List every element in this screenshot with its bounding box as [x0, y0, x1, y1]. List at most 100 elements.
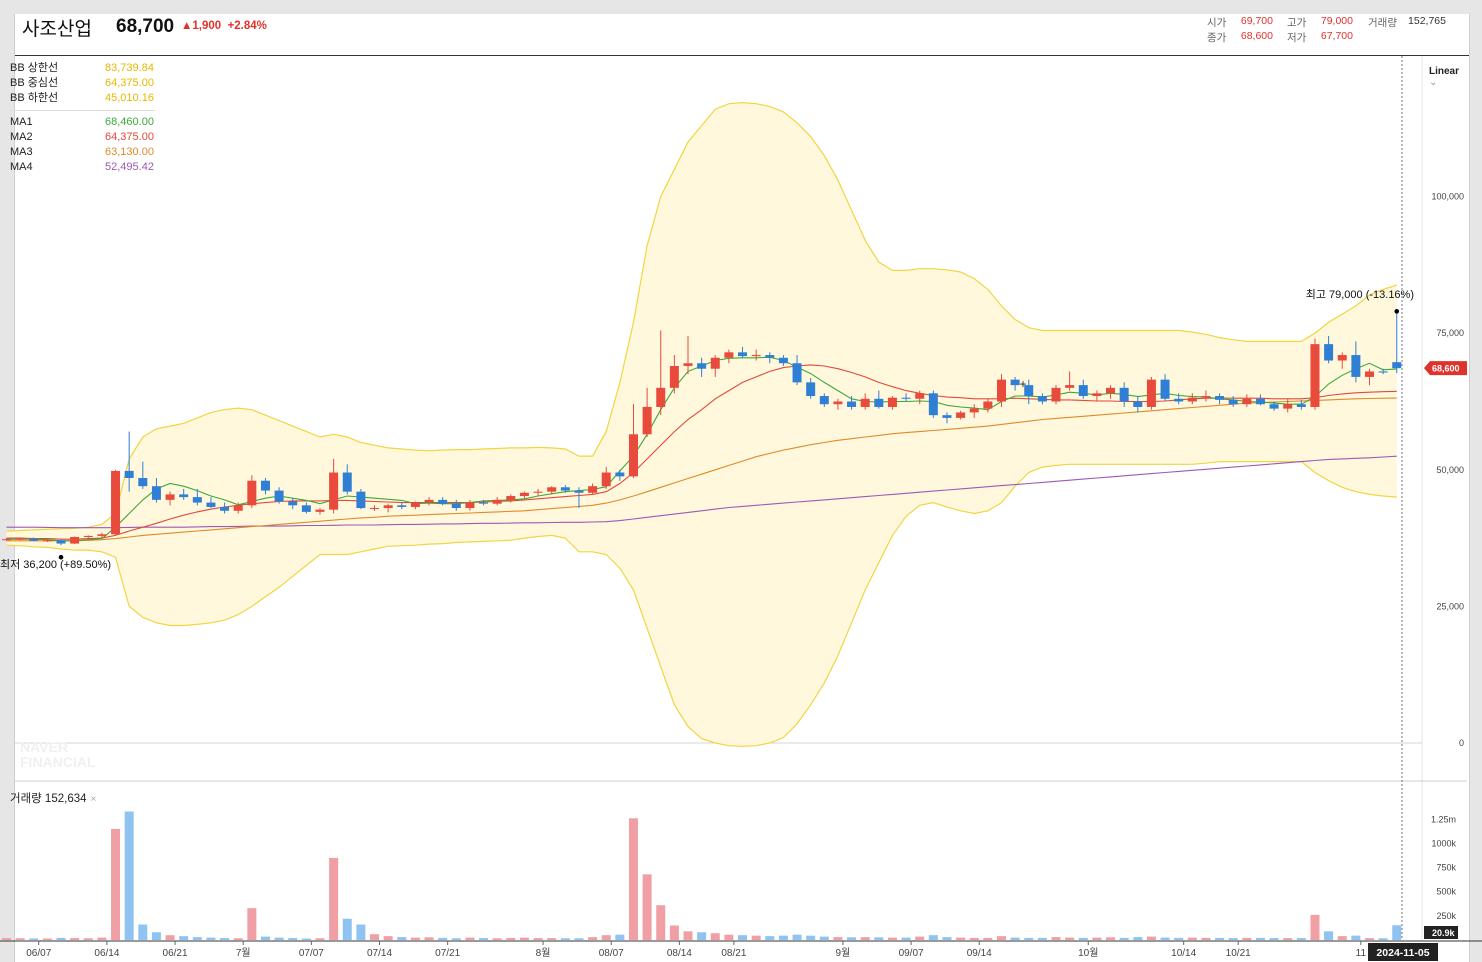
candle-body: [738, 352, 748, 357]
candle-body: [1228, 399, 1238, 405]
volume-bar: [1392, 925, 1402, 940]
candle-body: [97, 534, 107, 536]
candle-body: [683, 363, 693, 366]
volume-bar: [1255, 937, 1265, 940]
volume-bar: [1133, 937, 1143, 940]
volume-bar: [124, 811, 134, 940]
volume-bar: [1160, 937, 1170, 940]
candle-body: [15, 538, 25, 540]
x-tick-label: 06/21: [163, 948, 188, 959]
candle-body: [424, 499, 434, 503]
candle-body: [710, 357, 720, 369]
volume-bar: [615, 934, 625, 940]
candle-body: [1010, 379, 1020, 386]
volume-bar: [356, 924, 366, 940]
candle-body: [969, 408, 979, 413]
candle-body: [628, 434, 638, 477]
candlestick-chart[interactable]: NAVERFINANCIAL + 최고 79,000 (-13.16%) 최저 36,…: [0, 0, 1482, 962]
candle-body: [915, 393, 925, 399]
candle-body: [506, 496, 516, 500]
volume-bar: [792, 934, 802, 940]
volume-bar: [506, 937, 516, 940]
volume-bar: [179, 936, 189, 940]
x-tick-label: 10월: [1078, 947, 1098, 959]
volume-bar: [738, 935, 748, 940]
watermark-financial: FINANCIAL: [20, 754, 96, 770]
volume-bar: [15, 938, 25, 940]
candle-body: [1078, 385, 1088, 397]
volume-bar: [683, 931, 693, 940]
volume-bar: [410, 937, 420, 940]
x-tick-label: 11: [1356, 948, 1367, 959]
watermark-naver: NAVER: [20, 739, 68, 755]
x-tick-label: 08/07: [599, 948, 624, 959]
candle-body: [274, 490, 284, 502]
candle-body: [315, 509, 325, 512]
volume-tick-label: 750k: [1436, 863, 1456, 873]
candle-body: [1378, 371, 1388, 373]
candle-body: [519, 492, 529, 497]
candle-body: [533, 491, 543, 493]
volume-bar: [1065, 937, 1075, 940]
candle-body: [260, 480, 270, 491]
volume-bar: [1337, 936, 1347, 940]
x-tick-label: 07/14: [367, 948, 392, 959]
volume-bar: [370, 934, 380, 940]
volume-bar: [765, 936, 775, 940]
volume-bar: [29, 938, 39, 940]
volume-bar: [2, 938, 11, 940]
candle-body: [574, 490, 584, 493]
volume-bar: [165, 935, 175, 940]
volume-bar: [1037, 937, 1047, 940]
volume-bar: [656, 905, 666, 940]
candle-body: [288, 501, 298, 506]
candle-body: [601, 472, 611, 487]
candle-body: [724, 352, 734, 358]
candle-body: [42, 540, 52, 542]
volume-bar: [547, 938, 557, 940]
volume-bar: [1324, 931, 1334, 940]
volume-bar: [642, 874, 652, 940]
candle-body: [1215, 396, 1225, 400]
candle-body: [465, 502, 475, 509]
plot-area: [2, 101, 1402, 747]
candle-body: [479, 502, 489, 504]
volume-bar: [628, 818, 638, 940]
volume-bar: [1146, 936, 1156, 940]
volume-bar: [724, 934, 734, 940]
candle-body: [819, 396, 829, 405]
volume-bar: [97, 937, 107, 940]
candle-body: [1201, 396, 1211, 398]
volume-bar: [451, 938, 461, 940]
volume-bar: [1010, 937, 1020, 940]
volume-bar: [138, 924, 148, 940]
volume-bar: [915, 936, 925, 940]
candle-body: [1324, 344, 1334, 361]
volume-bar: [574, 938, 584, 940]
x-tick-label: 06/07: [26, 948, 51, 959]
candle-body: [356, 491, 366, 509]
candle-body: [1283, 404, 1293, 409]
volume-bar: [588, 937, 598, 940]
x-tick-label: 10/21: [1226, 948, 1251, 959]
candle-body: [669, 365, 679, 388]
candle-body: [1351, 355, 1361, 377]
volume-tick-label: 1000k: [1431, 838, 1456, 848]
candle-body: [370, 508, 380, 510]
price-tick-label: 50,000: [1436, 465, 1464, 475]
candle-body: [942, 415, 952, 418]
candle-body: [1392, 362, 1402, 369]
candle-body: [165, 494, 175, 500]
candle-body: [151, 486, 161, 500]
last-volume-tag-label: 20.9k: [1432, 928, 1456, 938]
candle-body: [124, 470, 134, 478]
volume-bar: [206, 937, 216, 940]
volume-bar: [901, 937, 911, 940]
bollinger-band-fill: [6, 102, 1397, 747]
volume-bar: [301, 938, 311, 940]
date-tag-label: 2024-11-05: [1376, 947, 1429, 959]
candle-body: [111, 470, 121, 535]
volume-bar: [1269, 938, 1279, 940]
candle-body: [874, 398, 884, 407]
x-tick-label: 9월: [836, 947, 851, 959]
